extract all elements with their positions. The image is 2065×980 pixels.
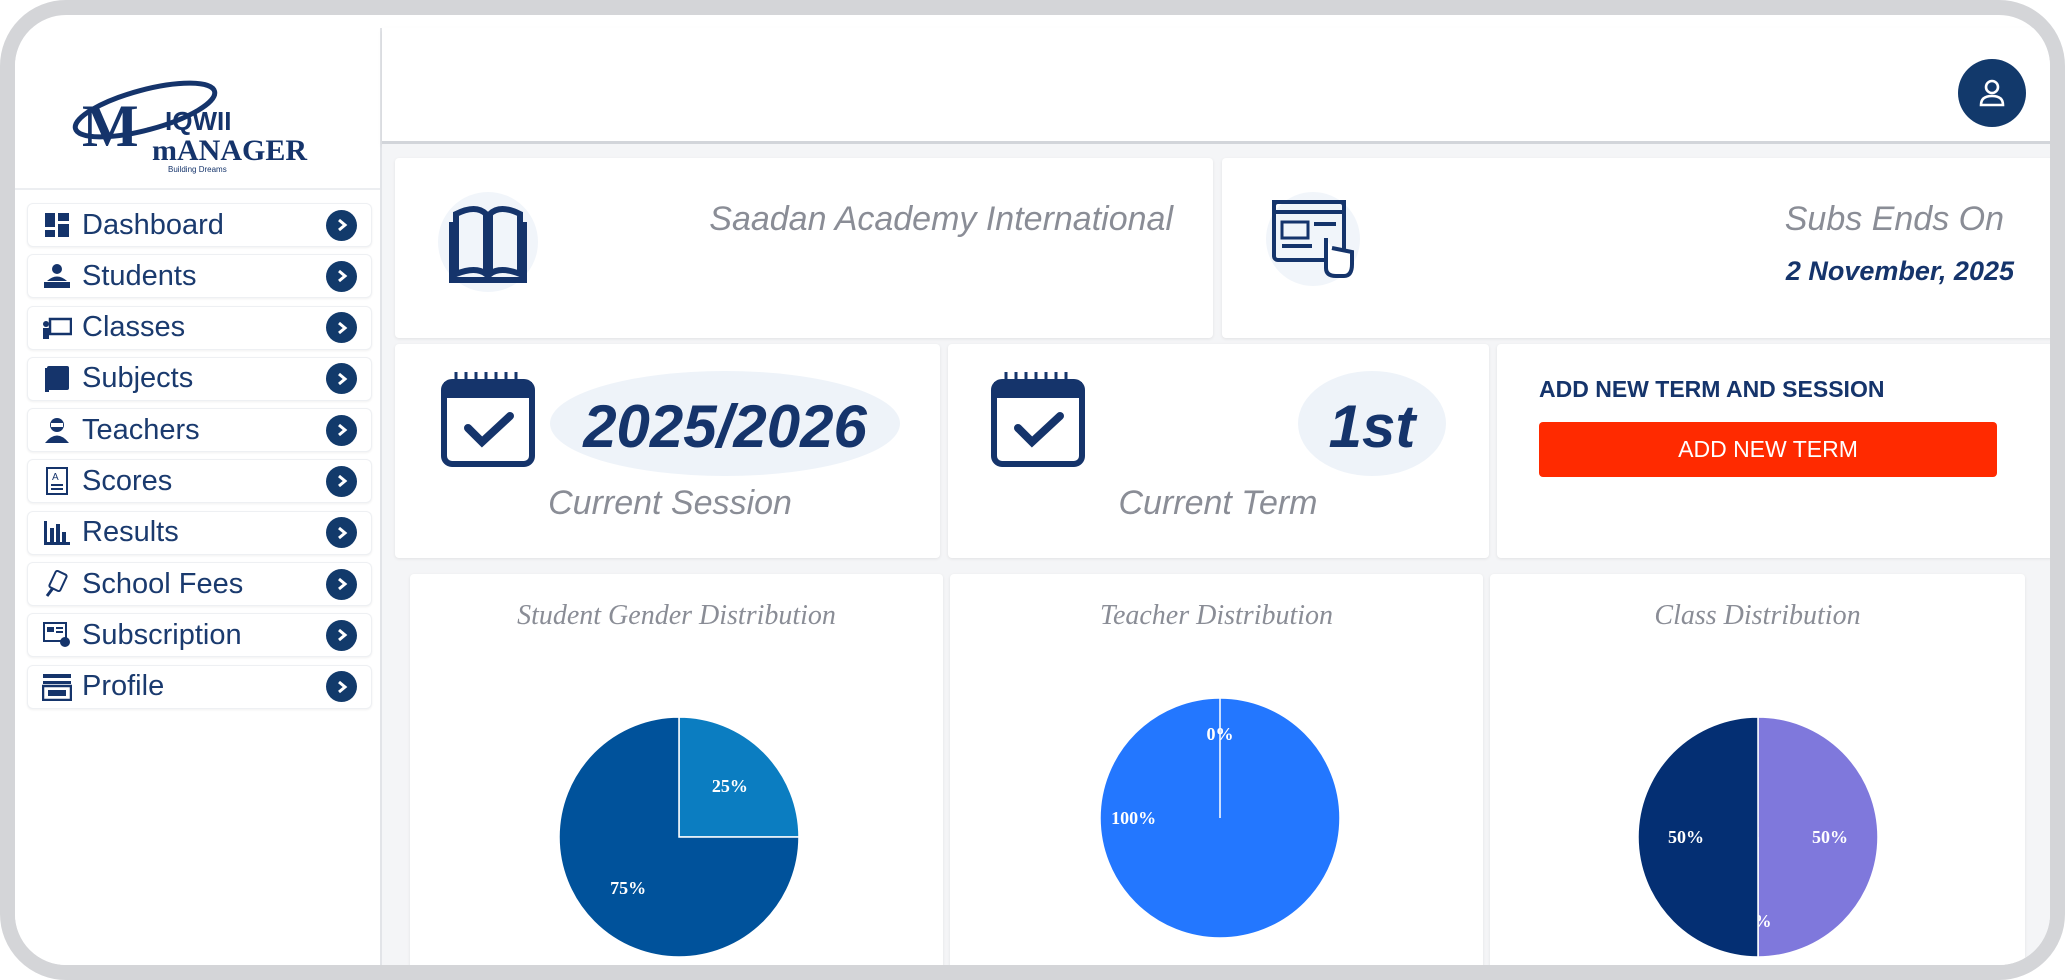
open-book-icon bbox=[438, 192, 538, 292]
student-icon bbox=[42, 262, 72, 290]
bar-chart-icon bbox=[42, 519, 72, 547]
chevron-right-icon bbox=[326, 312, 357, 344]
scoresheet-icon: A bbox=[42, 467, 72, 496]
term-caption: Current Term bbox=[1118, 484, 1318, 522]
teacher-icon bbox=[42, 416, 72, 444]
sidebar-item-results[interactable]: Results bbox=[27, 510, 372, 555]
sidebar-item-label: Dashboard bbox=[82, 208, 224, 241]
sidebar-item-classes[interactable]: Classes bbox=[27, 305, 372, 350]
chevron-right-icon bbox=[326, 363, 357, 395]
classroom-icon bbox=[42, 314, 72, 342]
sidebar-item-students[interactable]: Students bbox=[27, 254, 372, 299]
term-value: 1st bbox=[1328, 393, 1416, 460]
dashboard-main: Saadan Academy International Subs Ends O… bbox=[382, 144, 2050, 965]
sidebar-item-teachers[interactable]: Teachers bbox=[27, 408, 372, 453]
sidebar-item-subjects[interactable]: Subjects bbox=[27, 356, 372, 401]
pie-slice-label: 0% bbox=[1207, 724, 1234, 744]
pie-slice-label: 50% bbox=[1812, 827, 1848, 847]
class-pie-chart: 50%0%50% bbox=[1637, 716, 1879, 958]
chevron-right-icon bbox=[326, 517, 357, 549]
chevron-right-icon bbox=[326, 414, 357, 446]
sidebar-item-label: Profile bbox=[82, 670, 165, 703]
pie-slice-label: 100% bbox=[1111, 808, 1156, 828]
chevron-right-icon bbox=[326, 260, 357, 292]
sidebar-item-school-fees[interactable]: School Fees bbox=[27, 562, 372, 607]
sidebar-divider bbox=[15, 188, 380, 190]
gender-chart-card: Student Gender Distribution 25% 75% bbox=[410, 574, 943, 965]
svg-text:mANAGER: mANAGER bbox=[152, 134, 307, 167]
book-icon bbox=[42, 365, 72, 393]
sidebar-item-label: Subjects bbox=[82, 362, 194, 395]
svg-text:M: M bbox=[82, 93, 139, 159]
sidebar-item-label: Scores bbox=[82, 464, 173, 497]
money-icon bbox=[42, 570, 72, 598]
user-avatar-button[interactable] bbox=[1958, 59, 2026, 127]
pie-slice-label: 25% bbox=[712, 776, 748, 796]
svg-text:A: A bbox=[52, 472, 59, 483]
subscription-label: Subs Ends On bbox=[1784, 200, 2004, 238]
profile-icon bbox=[42, 673, 72, 701]
session-caption: Current Session bbox=[548, 484, 792, 522]
sidebar-item-label: Classes bbox=[82, 311, 186, 344]
school-card: Saadan Academy International bbox=[395, 158, 1213, 338]
chevron-right-icon bbox=[326, 671, 357, 703]
sidebar-menu: Dashboard Students Classes Subjects Teac… bbox=[27, 203, 372, 716]
session-value: 2025/2026 bbox=[583, 393, 867, 460]
sidebar-item-profile[interactable]: Profile bbox=[27, 664, 372, 709]
add-term-card: ADD NEW TERM AND SESSION ADD NEW TERM bbox=[1497, 344, 2050, 558]
svg-text:IQWII: IQWII bbox=[165, 106, 231, 136]
subscription-end-date: 2 November, 2025 bbox=[1785, 256, 2014, 286]
dashboard-icon bbox=[42, 211, 72, 239]
calendar-check-icon bbox=[440, 370, 538, 473]
sidebar-item-label: Subscription bbox=[82, 618, 242, 651]
web-click-icon bbox=[1266, 192, 1360, 286]
add-new-term-button[interactable]: ADD NEW TERM bbox=[1539, 422, 1997, 477]
sidebar-item-label: School Fees bbox=[82, 567, 244, 600]
teacher-pie-chart: 100% 0% bbox=[1099, 697, 1341, 939]
chevron-right-icon bbox=[326, 619, 357, 651]
class-chart-card: Class Distribution 50%0%50% bbox=[1490, 574, 2025, 965]
term-card: 1st Current Term bbox=[948, 344, 1489, 558]
chevron-right-icon bbox=[326, 465, 357, 497]
chevron-right-icon bbox=[326, 209, 357, 241]
chevron-right-icon bbox=[326, 568, 357, 600]
calendar-check-icon bbox=[990, 370, 1088, 473]
gender-pie-chart: 25% 75% bbox=[558, 716, 800, 958]
app-frame: M IQWII mANAGER Building Dreams Dashboar… bbox=[0, 0, 2065, 980]
teacher-chart-card: Teacher Distribution 100% 0% bbox=[950, 574, 1483, 965]
subscription-card: Subs Ends On 2 November, 2025 bbox=[1222, 158, 2050, 338]
sidebar-item-label: Teachers bbox=[82, 413, 200, 446]
svg-text:Building Dreams: Building Dreams bbox=[168, 165, 227, 174]
session-card: 2025/2026 Current Session bbox=[395, 344, 940, 558]
pie-slice-label: 75% bbox=[610, 878, 646, 898]
sidebar: M IQWII mANAGER Building Dreams Dashboar… bbox=[15, 28, 382, 965]
brand-logo[interactable]: M IQWII mANAGER Building Dreams bbox=[70, 68, 310, 178]
sidebar-item-label: Results bbox=[82, 516, 179, 549]
subscription-icon bbox=[42, 621, 72, 649]
pie-slice-label: 50% bbox=[1668, 827, 1704, 847]
sidebar-item-scores[interactable]: A Scores bbox=[27, 459, 372, 504]
sidebar-item-subscription[interactable]: Subscription bbox=[27, 613, 372, 658]
sidebar-item-label: Students bbox=[82, 259, 197, 292]
user-icon bbox=[1979, 79, 2005, 107]
school-name: Saadan Academy International bbox=[709, 200, 1173, 238]
add-term-heading: ADD NEW TERM AND SESSION bbox=[1539, 376, 1885, 402]
top-header bbox=[382, 28, 2050, 144]
sidebar-item-dashboard[interactable]: Dashboard bbox=[27, 203, 372, 247]
